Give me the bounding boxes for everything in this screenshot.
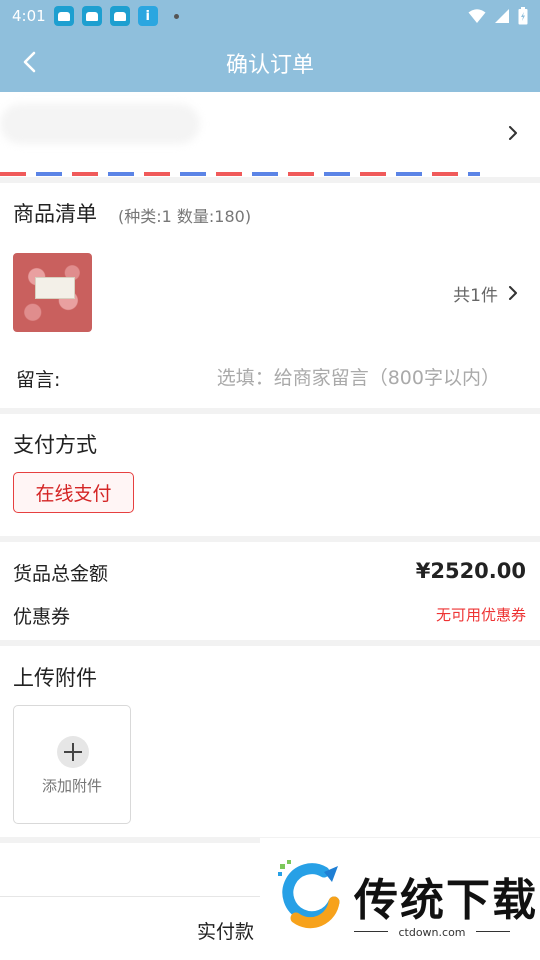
chevron-right-icon — [509, 126, 517, 140]
item-count-prefix: 共 — [453, 286, 471, 306]
watermark-rule — [476, 931, 510, 932]
airmail-divider — [0, 172, 480, 176]
goods-section: 商品清单 (种类:1 数量:180) 共1件 留言: — [0, 183, 540, 408]
battery-icon — [518, 7, 528, 25]
status-bar: 4:01 i — [0, 0, 540, 32]
goods-summary: (种类:1 数量:180) — [118, 207, 252, 226]
amounts-section: 货品总金额 ¥2520.00 优惠券 无可用优惠券 — [0, 542, 540, 640]
remark-input[interactable] — [160, 363, 500, 393]
payment-title: 支付方式 — [13, 433, 97, 457]
page-title: 确认订单 — [225, 53, 314, 78]
address-card[interactable] — [0, 92, 540, 177]
app-bar: 确认订单 — [0, 32, 540, 92]
attachment-section: 上传附件 添加附件 — [0, 646, 540, 837]
car-app-icon — [81, 6, 102, 26]
car-app-icon — [109, 6, 130, 26]
watermark-logo-icon — [278, 860, 340, 929]
remark-label: 留言: — [16, 369, 61, 391]
product-thumbnail[interactable] — [13, 253, 92, 332]
actual-payment-label: 实付款 — [197, 921, 255, 943]
attachment-title: 上传附件 — [13, 666, 97, 690]
plus-icon — [57, 736, 89, 768]
item-count-number: 1 — [470, 286, 481, 306]
car-app-icon — [53, 6, 74, 26]
watermark: 传统下载 ctdown.com — [260, 838, 540, 960]
status-time: 4:01 — [12, 7, 46, 25]
payment-section: 支付方式 在线支付 — [0, 414, 540, 536]
online-payment-button[interactable]: 在线支付 — [13, 472, 134, 513]
item-count[interactable]: 共1件 — [453, 281, 498, 306]
address-placeholder — [0, 104, 200, 144]
coupon-label: 优惠券 — [13, 606, 71, 628]
coupon-value[interactable]: 无可用优惠券 — [436, 604, 526, 625]
info-app-icon: i — [137, 6, 158, 26]
signal-icon — [495, 9, 509, 23]
add-attachment-button[interactable]: 添加附件 — [13, 705, 131, 824]
total-amount-label: 货品总金额 — [13, 563, 109, 585]
goods-title: 商品清单 — [13, 202, 97, 226]
watermark-url: ctdown.com — [398, 926, 466, 939]
total-amount-value: ¥2520.00 — [415, 559, 526, 583]
chevron-right-icon[interactable] — [506, 286, 520, 300]
watermark-name: 传统下载 — [354, 875, 538, 926]
add-attachment-label: 添加附件 — [41, 777, 102, 795]
wifi-icon — [468, 9, 486, 23]
more-notifications-icon — [173, 13, 179, 19]
item-count-suffix: 件 — [481, 286, 498, 306]
